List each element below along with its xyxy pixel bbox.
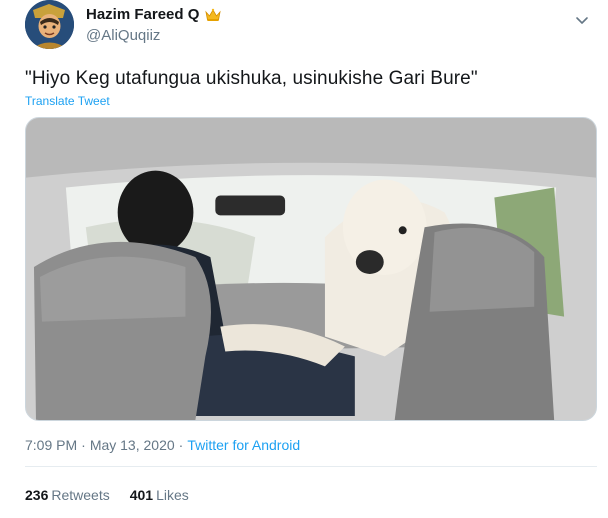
- divider: [25, 466, 597, 467]
- tweet-text: "Hiyo Keg utafungua ukishuka, usinukishe…: [25, 68, 478, 89]
- tweet-media-image[interactable]: [25, 117, 597, 421]
- likes-stat[interactable]: 401 Likes: [130, 487, 189, 503]
- likes-count: 401: [129, 487, 154, 503]
- name-row: Hazim Fareed Q: [86, 6, 222, 23]
- chevron-down-icon[interactable]: [574, 12, 590, 28]
- avatar-image: [25, 0, 74, 49]
- tweet-source[interactable]: Twitter for Android: [187, 437, 300, 453]
- translate-tweet-link[interactable]: Translate Tweet: [25, 94, 110, 108]
- display-name[interactable]: Hazim Fareed Q: [86, 6, 199, 23]
- user-handle[interactable]: @AliQuqiiz: [86, 27, 160, 44]
- meta-separator: ·: [178, 437, 184, 453]
- tweet-time[interactable]: 7:09 PM: [25, 437, 77, 453]
- retweets-count: 236: [25, 487, 49, 503]
- retweets-stat[interactable]: 236 Retweets: [25, 487, 110, 503]
- car-photo: [26, 118, 596, 420]
- tweet-date[interactable]: May 13, 2020: [90, 437, 175, 453]
- likes-label: Likes: [156, 487, 189, 503]
- tweet-meta: 7:09 PM · May 13, 2020 · Twitter for And…: [25, 437, 300, 453]
- tweet-stats: 236 Retweets 401 Likes: [25, 487, 189, 503]
- retweets-label: Retweets: [51, 487, 110, 503]
- crown-icon: [205, 8, 222, 22]
- avatar[interactable]: [25, 0, 74, 49]
- meta-separator: ·: [81, 437, 86, 453]
